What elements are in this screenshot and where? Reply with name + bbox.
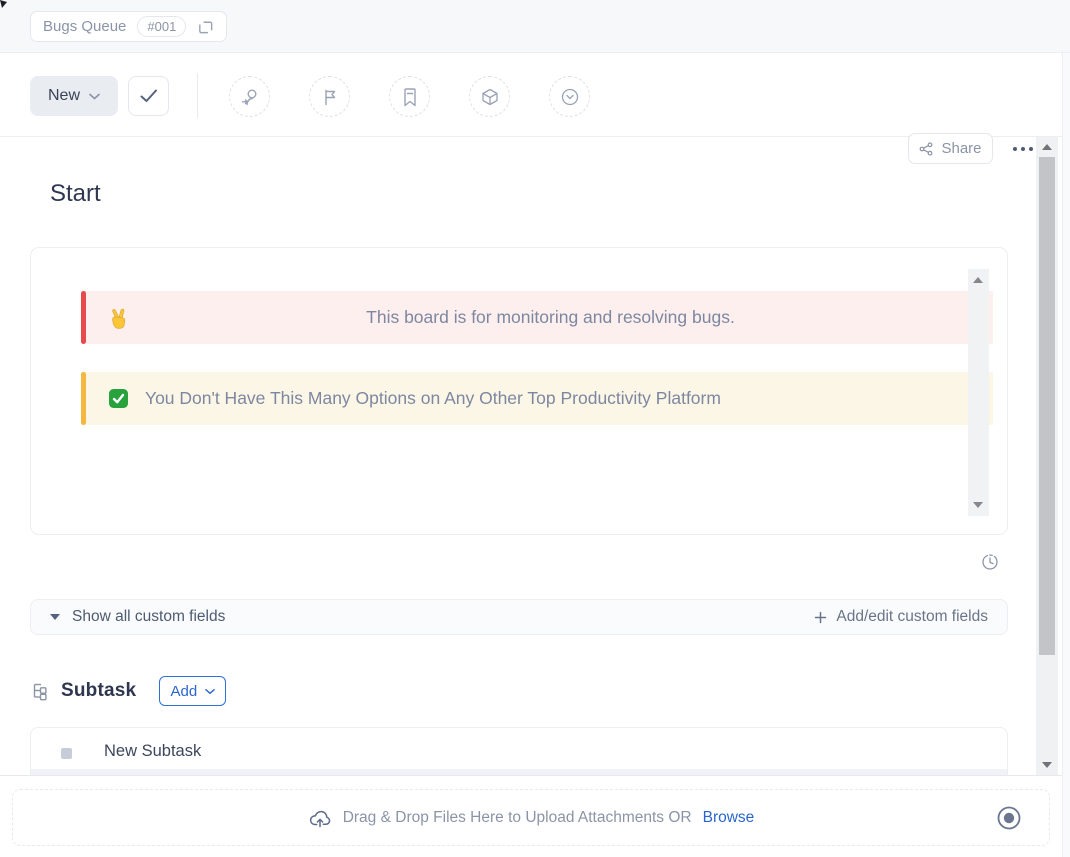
- add-edit-custom-fields-label: Add/edit custom fields: [836, 608, 988, 626]
- share-button-label: Share: [941, 140, 981, 157]
- note-text: This board is for monitoring and resolvi…: [128, 307, 993, 328]
- history-button[interactable]: [980, 551, 1002, 573]
- task-toolbar: New: [0, 53, 1070, 137]
- right-edge-strip: [1062, 53, 1070, 857]
- subtask-tree-icon: [30, 681, 52, 702]
- task-number-badge: #001: [137, 16, 186, 37]
- custom-fields-bar: Show all custom fields Add/edit custom f…: [30, 599, 1008, 635]
- share-icon: [919, 142, 933, 156]
- show-custom-fields-toggle[interactable]: Show all custom fields: [50, 608, 225, 626]
- note-row: This board is for monitoring and resolvi…: [81, 291, 993, 344]
- add-assignee-button[interactable]: [229, 76, 270, 117]
- check-mark-emoji: [108, 388, 129, 409]
- scroll-up-arrow[interactable]: [973, 277, 983, 283]
- new-subtask-label: New Subtask: [104, 742, 201, 761]
- dropzone-text: Drag & Drop Files Here to Upload Attachm…: [343, 809, 692, 827]
- more-options-button[interactable]: [1006, 137, 1040, 161]
- section-title: Start: [50, 180, 101, 208]
- history-clock-icon: [980, 552, 1002, 572]
- cursor-artifact: [0, 0, 8, 9]
- record-icon: [996, 805, 1022, 831]
- chevron-down-icon: [89, 93, 100, 100]
- description-scrollbar[interactable]: [968, 269, 989, 516]
- browse-link[interactable]: Browse: [703, 809, 755, 827]
- share-button[interactable]: Share: [908, 133, 993, 164]
- chevron-down-icon: [205, 688, 215, 695]
- module-cube-button[interactable]: [469, 76, 510, 117]
- scroll-up-arrow[interactable]: [1042, 144, 1052, 150]
- cloud-upload-icon: [308, 808, 332, 828]
- record-button[interactable]: [996, 805, 1022, 831]
- subtask-bullet-icon: [61, 748, 72, 759]
- toolbar-divider: [197, 73, 198, 118]
- flag-icon: [320, 87, 340, 107]
- bookmark-button[interactable]: [389, 76, 430, 117]
- add-edit-custom-fields-button[interactable]: Add/edit custom fields: [814, 608, 988, 626]
- new-subtask-row[interactable]: New Subtask: [30, 727, 1008, 775]
- board-breadcrumb-chip[interactable]: Bugs Queue #001: [30, 11, 227, 42]
- new-button-label: New: [48, 87, 80, 105]
- subtask-section-header: Subtask Add: [30, 676, 226, 706]
- scroll-down-arrow[interactable]: [973, 502, 983, 508]
- scrollbar-thumb[interactable]: [1039, 157, 1055, 655]
- mark-complete-button[interactable]: [128, 76, 169, 116]
- note-accent-bar: [81, 372, 86, 425]
- file-dropzone[interactable]: Drag & Drop Files Here to Upload Attachm…: [12, 789, 1050, 846]
- caret-down-icon: [50, 614, 60, 620]
- add-subtask-button[interactable]: Add: [159, 676, 226, 706]
- circle-chevron-down-icon: [560, 87, 580, 107]
- top-header: Bugs Queue #001: [0, 0, 1070, 53]
- task-detail-window: Bugs Queue #001 New: [0, 0, 1070, 857]
- ellipsis-icon: [1013, 147, 1017, 151]
- scroll-down-arrow[interactable]: [1042, 762, 1052, 768]
- new-button[interactable]: New: [30, 76, 118, 116]
- open-in-new-icon[interactable]: [197, 18, 214, 35]
- plus-icon: [814, 611, 827, 624]
- add-assignee-icon: [239, 86, 261, 108]
- attachments-bar: Drag & Drop Files Here to Upload Attachm…: [0, 775, 1062, 857]
- show-custom-fields-label: Show all custom fields: [72, 608, 225, 626]
- add-subtask-label: Add: [170, 683, 197, 700]
- status-dropdown-button[interactable]: [549, 76, 590, 117]
- subtask-section-title: Subtask: [61, 680, 136, 702]
- board-name: Bugs Queue: [43, 18, 126, 35]
- note-row: You Don't Have This Many Options on Any …: [81, 372, 993, 425]
- cube-icon: [480, 87, 500, 107]
- check-icon: [140, 89, 158, 103]
- page-scrollbar[interactable]: [1036, 137, 1058, 775]
- note-accent-bar: [81, 291, 86, 344]
- note-text: You Don't Have This Many Options on Any …: [145, 388, 993, 409]
- description-box[interactable]: This board is for monitoring and resolvi…: [30, 247, 1008, 535]
- victory-hand-emoji: [108, 307, 128, 329]
- priority-flag-button[interactable]: [309, 76, 350, 117]
- bookmark-icon: [401, 87, 419, 107]
